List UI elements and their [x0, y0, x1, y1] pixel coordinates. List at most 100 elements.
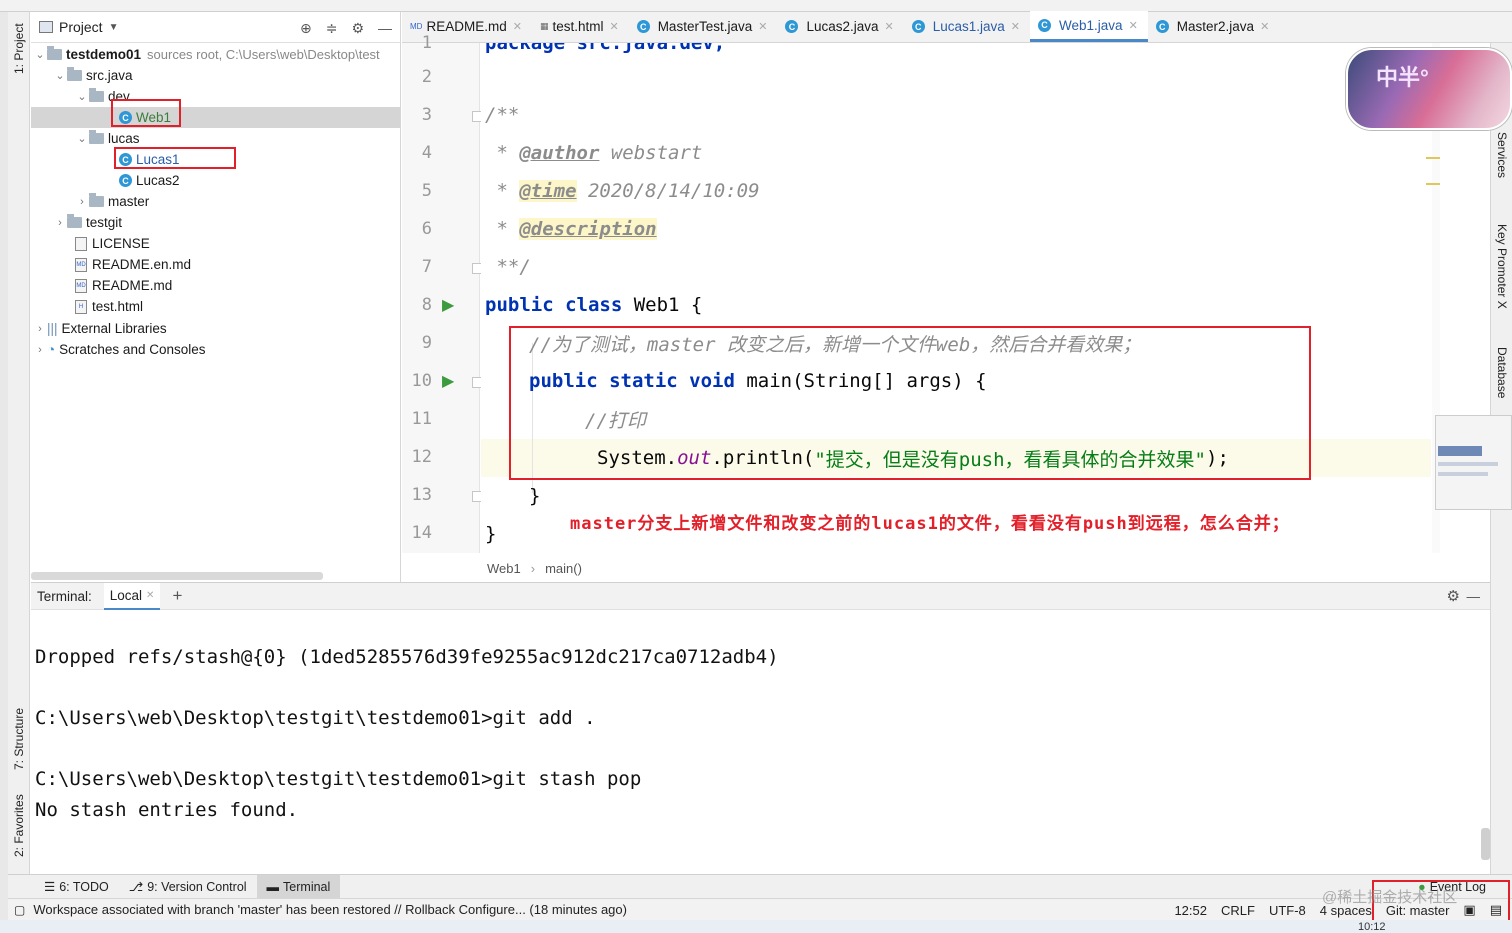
project-panel-title[interactable]: Project — [59, 19, 103, 35]
tab-lucas2[interactable]: C Lucas2.java ✕ — [777, 11, 903, 42]
code-line-14: } — [485, 515, 496, 553]
tab-web1[interactable]: C Web1.java ✕ — [1030, 11, 1148, 42]
selected-row-highlight — [31, 107, 400, 128]
horizontal-scrollbar[interactable] — [31, 572, 323, 580]
code-line-3: /** — [485, 96, 519, 134]
line-number: 7 — [421, 257, 432, 277]
code-text: **/ — [485, 256, 531, 278]
tree-item-test-html[interactable]: H test.html — [75, 296, 143, 317]
gear-icon[interactable]: ⚙ — [351, 20, 364, 37]
html-file-icon: ▦ — [539, 21, 549, 31]
warning-marker[interactable] — [1426, 183, 1440, 185]
run-icon[interactable]: ▶ — [442, 295, 454, 315]
terminal-label: Terminal: — [37, 588, 92, 604]
file-encoding[interactable]: UTF-8 — [1269, 903, 1306, 918]
chevron-down-icon[interactable]: ⌄ — [33, 48, 47, 61]
package-icon — [89, 193, 104, 207]
tab-master2[interactable]: C Master2.java ✕ — [1148, 11, 1280, 42]
tool-favorites[interactable]: 2: Favorites — [12, 794, 26, 857]
close-icon[interactable]: ✕ — [609, 20, 618, 33]
code-text: * — [485, 142, 520, 164]
code-editor[interactable]: package src.java.dev; /** * @author webs… — [481, 43, 1431, 553]
breadcrumb-class[interactable]: Web1 — [487, 561, 521, 576]
terminal-output[interactable]: Dropped refs/stash@{0} (1ded5285576d39fe… — [31, 610, 1481, 874]
tool-version-control[interactable]: ⎇ 9: Version Control — [119, 875, 257, 899]
tree-item-master[interactable]: › master — [75, 191, 149, 212]
gear-icon[interactable]: ⚙ — [1447, 587, 1460, 605]
tree-item-scratches[interactable]: › ◔ Scratches and Consoles — [33, 339, 206, 360]
tree-item-lucas[interactable]: ⌄ lucas — [75, 128, 140, 149]
close-icon[interactable]: ✕ — [1129, 19, 1138, 32]
java-class-icon: C — [636, 20, 650, 33]
package-icon — [89, 130, 104, 144]
terminal-scrollbar[interactable] — [1481, 828, 1490, 860]
caret-position[interactable]: 12:52 — [1174, 903, 1207, 918]
tree-item-readme[interactable]: MD README.md — [75, 275, 172, 296]
breadcrumb-method[interactable]: main() — [545, 561, 582, 576]
tree-item-testdemo01[interactable]: ⌄ testdemo01 sources root, C:\Users\web\… — [33, 44, 380, 65]
tab-label: Lucas2.java — [806, 19, 879, 34]
tab-lucas1[interactable]: C Lucas1.java ✕ — [904, 11, 1030, 42]
watermark: @稀土掘金技术社区 — [1322, 889, 1458, 906]
chevron-right-icon[interactable]: › — [33, 323, 47, 335]
tree-item-license[interactable]: LICENSE — [75, 233, 150, 254]
chevron-right-icon[interactable]: › — [33, 344, 47, 356]
status-message[interactable]: Workspace associated with branch 'master… — [33, 902, 627, 917]
code-line-7: **/ — [485, 248, 531, 286]
locate-icon[interactable]: ⊕ — [300, 20, 312, 37]
run-icon[interactable]: ▶ — [442, 371, 454, 391]
new-terminal-button[interactable]: + — [172, 586, 182, 606]
window-icon[interactable]: ▢ — [14, 903, 25, 917]
chevron-down-icon[interactable]: ⌄ — [75, 132, 89, 145]
close-icon[interactable]: ✕ — [885, 20, 894, 33]
line-number: 11 — [411, 409, 432, 429]
tree-note: sources root, C:\Users\web\Desktop\test — [147, 47, 380, 62]
tool-label: 6: TODO — [59, 879, 109, 894]
code-text: /** — [485, 104, 520, 126]
tool-services[interactable]: Services — [1495, 132, 1509, 178]
close-icon[interactable]: ✕ — [513, 20, 522, 33]
tool-key-promoter[interactable]: Key Promoter X — [1495, 224, 1509, 309]
close-icon[interactable]: ✕ — [1260, 20, 1269, 33]
chevron-right-icon: › — [530, 561, 536, 576]
terminal-tab-local[interactable]: Local ✕ — [103, 582, 161, 610]
tree-item-external-libraries[interactable]: › ||| External Libraries — [33, 318, 167, 339]
chevron-down-icon[interactable]: ⌄ — [53, 69, 67, 82]
code-text: * — [485, 180, 520, 202]
chevron-right-icon[interactable]: › — [75, 196, 89, 208]
line-number: 4 — [421, 143, 432, 163]
chevron-down-icon[interactable]: ▼ — [109, 22, 119, 33]
javadoc-tag: @description — [519, 218, 657, 240]
code-line-4: * @author webstart — [485, 134, 702, 172]
tool-terminal[interactable]: ▬ Terminal — [256, 874, 341, 899]
tool-database[interactable]: Database — [1495, 347, 1509, 398]
minimize-icon[interactable]: — — [378, 20, 392, 37]
tool-label: Terminal — [283, 879, 331, 894]
tree-label: External Libraries — [61, 321, 167, 336]
tool-todo[interactable]: ☰ 6: TODO — [34, 875, 119, 899]
close-icon[interactable]: ✕ — [146, 590, 154, 601]
tree-label: Scratches and Consoles — [59, 342, 206, 357]
java-class-icon: C — [119, 174, 132, 187]
tree-item-testgit[interactable]: › testgit — [53, 212, 122, 233]
close-icon[interactable]: ✕ — [758, 20, 767, 33]
java-class-icon: C — [1038, 18, 1052, 32]
terminal-line: C:\Users\web\Desktop\testgit\testdemo01>… — [35, 707, 596, 729]
text-file-icon — [75, 236, 87, 251]
minimize-icon[interactable]: — — [1467, 589, 1481, 604]
chevron-down-icon[interactable]: ⌄ — [75, 90, 89, 103]
tree-item-src-java[interactable]: ⌄ src.java — [53, 65, 133, 86]
line-separator[interactable]: CRLF — [1221, 903, 1255, 918]
tree-item-readme-en[interactable]: MD README.en.md — [75, 254, 191, 275]
tool-project[interactable]: 1: Project — [12, 23, 26, 74]
warning-marker[interactable] — [1426, 157, 1440, 159]
chevron-right-icon[interactable]: › — [53, 217, 67, 229]
tree-item-lucas2[interactable]: C Lucas2 — [119, 170, 180, 191]
close-icon[interactable]: ✕ — [1011, 20, 1020, 33]
tab-master-test[interactable]: C MasterTest.java ✕ — [629, 11, 778, 42]
line-number: 10 — [411, 371, 432, 391]
tab-test-html[interactable]: ▦ test.html ✕ — [532, 11, 629, 42]
tool-structure[interactable]: 7: Structure — [12, 708, 26, 770]
collapse-icon[interactable]: ≑ — [326, 20, 338, 37]
avatar-text: 中半° — [1376, 65, 1429, 90]
